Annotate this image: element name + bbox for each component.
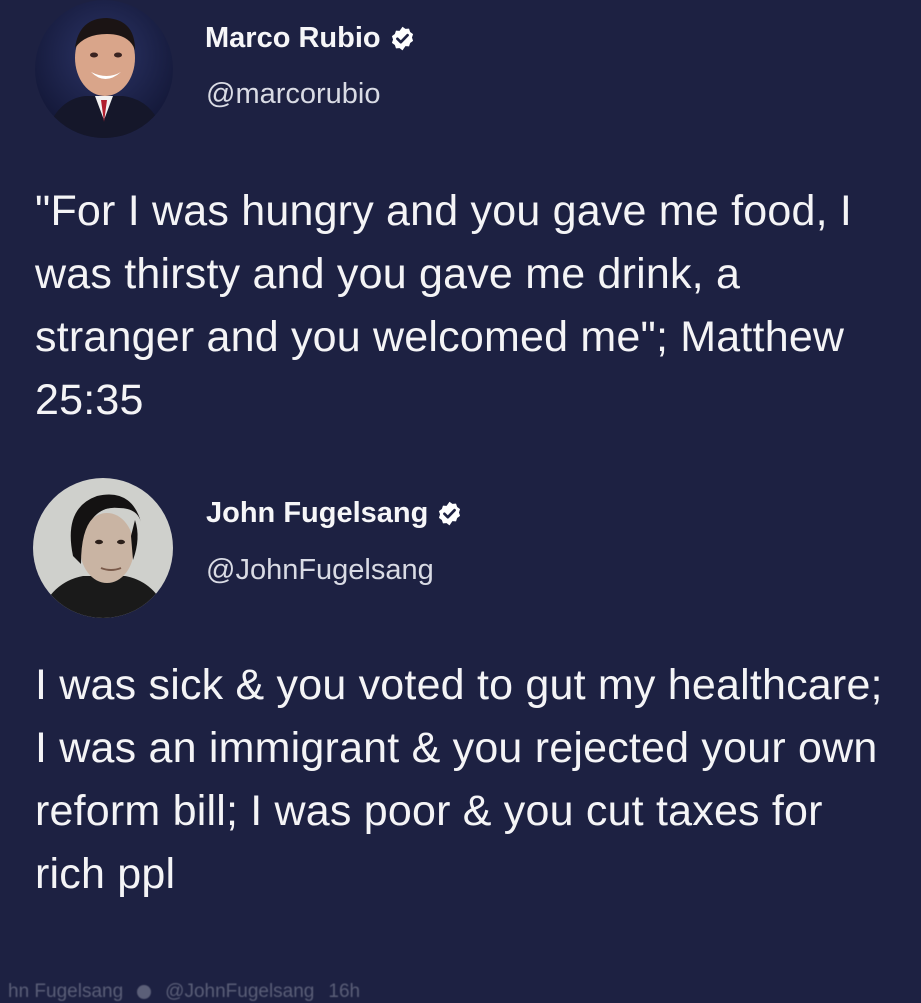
footer-timestamp: 16h: [328, 981, 361, 1002]
tweet-fugelsang[interactable]: John Fugelsang @JohnFugelsang I was sick…: [0, 462, 921, 1002]
author-display-name[interactable]: Marco Rubio: [205, 22, 381, 55]
footer-handle: @JohnFugelsang: [165, 981, 315, 1002]
author-handle[interactable]: @JohnFugelsang: [206, 554, 434, 587]
author-display-name[interactable]: John Fugelsang: [206, 497, 428, 530]
tweet-rubio[interactable]: Marco Rubio @marcorubio "For I was hungr…: [0, 0, 921, 460]
footer-author-name: hn Fugelsang: [8, 981, 124, 1002]
author-name-row: Marco Rubio: [205, 22, 416, 55]
author-handle[interactable]: @marcorubio: [206, 78, 381, 111]
tweet-text: I was sick & you voted to gut my healthc…: [35, 661, 883, 898]
avatar-fugelsang[interactable]: [33, 478, 173, 618]
author-name-row: John Fugelsang: [206, 497, 463, 530]
verified-badge-icon: [436, 500, 463, 527]
tweet-text: "For I was hungry and you gave me food, …: [35, 187, 853, 424]
quoted-tweet-footer: hn Fugelsang @JohnFugelsang 16h: [8, 981, 360, 1003]
verified-badge-icon: [389, 25, 416, 52]
avatar-photo-icon: [33, 478, 173, 618]
avatar-photo-icon: [35, 0, 173, 138]
avatar-rubio[interactable]: [35, 0, 173, 138]
